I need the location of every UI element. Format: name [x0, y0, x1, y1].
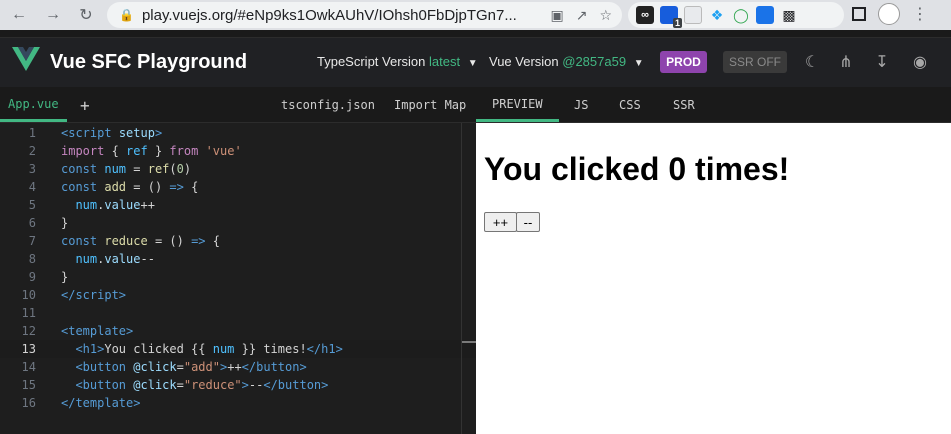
line-number: 1 [28, 126, 36, 140]
share-icon[interactable]: ↗ [576, 7, 588, 24]
tab-preview[interactable]: PREVIEW [476, 88, 559, 122]
tab-app-vue[interactable]: App.vue [0, 88, 67, 122]
code-line: 14 <button @click="add">++</button> [0, 358, 476, 376]
code-line: 16 </template> [0, 394, 476, 412]
code-line: 6} [0, 214, 476, 232]
line-number: 7 [28, 234, 36, 248]
reload-icon[interactable]: ↻ [73, 2, 99, 28]
line-number: 14 [21, 360, 36, 374]
line-number: 8 [28, 252, 36, 266]
shield-icon[interactable]: ◯ [732, 6, 750, 24]
code-line: 7 const reduce = () => { [0, 232, 476, 250]
editor-tab-bar: App.vue + tsconfig.json Import Map [0, 88, 476, 123]
code-line: 10 </script> [0, 286, 476, 304]
ts-version-value: latest [429, 54, 461, 69]
code-line: 8 num.value-- [0, 250, 476, 268]
line-number: 15 [21, 378, 36, 392]
chevron-down-icon: ▼ [467, 58, 478, 69]
code-line: 5 num.value++ [0, 196, 476, 214]
scrollbar-marker[interactable] [462, 341, 476, 343]
vue-logo-icon [12, 47, 40, 71]
translate-icon[interactable]: ▣ [550, 7, 563, 24]
moon-icon[interactable]: ☾ [802, 52, 822, 72]
code-line: 11 [0, 304, 476, 322]
line-number: 3 [28, 162, 36, 176]
editor-divider[interactable] [461, 123, 462, 434]
butterfly-icon[interactable]: ❖ [708, 6, 726, 24]
decrement-button[interactable]: -- [516, 212, 540, 232]
tab-ssr[interactable]: SSR [673, 88, 695, 122]
bookmark-star-icon[interactable]: ☆ [599, 7, 612, 24]
browser-toolbar: ← → ↻ 🔒 play.vuejs.org/#eNp9ks1OwkAUhV/I… [0, 0, 951, 30]
puzzle-icon[interactable]: ▩ [780, 6, 798, 24]
line-number: 2 [28, 144, 36, 158]
code-line-current: 13 <h1>You clicked {{ num }} times!</h1> [0, 340, 476, 358]
code-line: 3 const num = ref(0) [0, 160, 476, 178]
document-icon[interactable] [684, 6, 702, 24]
ts-version-select[interactable]: TypeScript Version latest ▼ [317, 54, 478, 69]
preview-tab-bar: PREVIEW JS CSS SSR [476, 88, 951, 123]
line-number: 11 [21, 306, 36, 320]
code-line: 15 <button @click="reduce">--</button> [0, 376, 476, 394]
increment-button[interactable]: ++ [484, 212, 517, 232]
code-line: 2 import { ref } from 'vue' [0, 142, 476, 160]
line-number: 4 [28, 180, 36, 194]
line-number: 5 [28, 198, 36, 212]
chevron-down-icon: ▼ [633, 58, 644, 69]
vue-version-select[interactable]: Vue Version @2857a59 ▼ [489, 54, 644, 69]
app-header: Vue SFC Playground TypeScript Version la… [0, 37, 951, 87]
line-number: 12 [21, 324, 36, 338]
code-line: 1 <script setup> [0, 124, 476, 142]
url-text[interactable]: play.vuejs.org/#eNp9ks1OwkAUhV/IOhsh0FbD… [142, 7, 522, 24]
share-icon[interactable]: ⋔ [836, 52, 856, 72]
extension-badge: 1 [672, 18, 682, 28]
avatar[interactable] [878, 3, 900, 25]
line-number: 9 [28, 270, 36, 284]
prod-toggle[interactable]: PROD [660, 51, 707, 73]
code-line: 9} [0, 268, 476, 286]
back-icon[interactable]: ← [6, 2, 32, 28]
code-line: 4 const add = () => { [0, 178, 476, 196]
forward-icon[interactable]: → [40, 2, 66, 28]
vue-version-value: @2857a59 [562, 54, 627, 69]
extensions-bar: ∞ 1 ❖ ◯ ▩ [628, 2, 844, 28]
lock-icon: 🔒 [119, 8, 134, 22]
line-number: 13 [21, 342, 36, 356]
address-bar[interactable]: 🔒 play.vuejs.org/#eNp9ks1OwkAUhV/IOhsh0F… [107, 2, 622, 28]
ts-version-label: TypeScript Version [317, 54, 426, 69]
line-number: 10 [21, 288, 36, 302]
infinity-icon[interactable]: ∞ [636, 6, 654, 24]
sidebar-icon[interactable] [852, 7, 866, 21]
badge-icon[interactable] [756, 6, 774, 24]
ssr-toggle[interactable]: SSR OFF [723, 51, 787, 73]
preview-pane: You clicked 0 times! ++ -- [476, 123, 951, 434]
tab-tsconfig[interactable]: tsconfig.json [281, 88, 375, 122]
github-icon[interactable]: ◉ [910, 52, 930, 72]
menu-icon[interactable]: ⋮ [912, 4, 928, 24]
download-icon[interactable]: ↧ [872, 52, 892, 72]
tab-js[interactable]: JS [574, 88, 588, 122]
code-editor[interactable]: 1 <script setup> 2 import { ref } from 'vu… [0, 123, 476, 434]
app-title: Vue SFC Playground [50, 51, 248, 73]
preview-heading: You clicked 0 times! [484, 151, 790, 187]
add-file-button[interactable]: + [80, 88, 90, 122]
line-number: 6 [28, 216, 36, 230]
code-line: 12 <template> [0, 322, 476, 340]
tab-import-map[interactable]: Import Map [394, 88, 466, 122]
vue-version-label: Vue Version [489, 54, 559, 69]
bitwarden-icon[interactable]: 1 [660, 6, 682, 28]
line-number: 16 [21, 396, 36, 410]
tab-css[interactable]: CSS [619, 88, 641, 122]
